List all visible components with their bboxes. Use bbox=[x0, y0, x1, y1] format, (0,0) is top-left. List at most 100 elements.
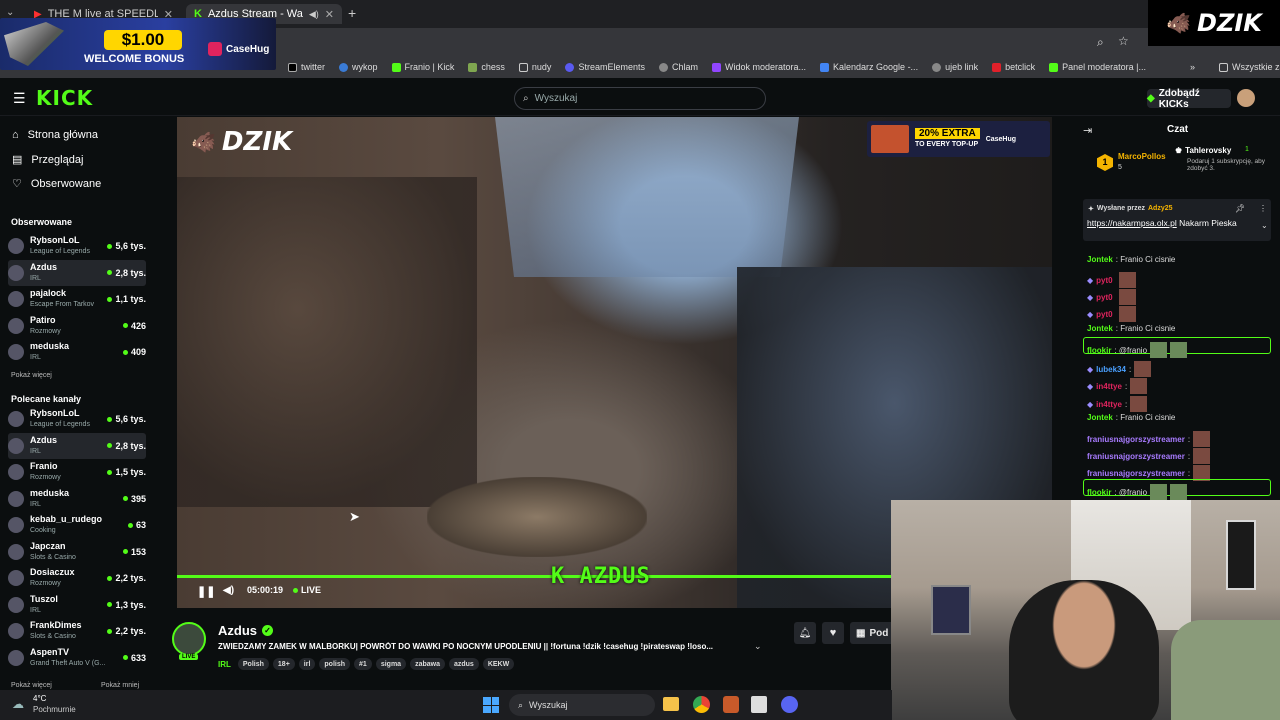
nav-following[interactable]: ♡ Obserwowane bbox=[12, 177, 101, 191]
chat-username[interactable]: franiusnajgorszystreamer bbox=[1087, 435, 1185, 444]
notification-bell-icon[interactable]: 🔔︎ bbox=[794, 622, 816, 644]
tag-pill[interactable]: #1 bbox=[354, 658, 372, 670]
tag-pill[interactable]: sigma bbox=[375, 658, 407, 670]
chat-username[interactable]: pyt0 bbox=[1096, 276, 1112, 285]
channel-item[interactable]: meduska IRL 409 bbox=[8, 339, 146, 365]
sub-gifter[interactable]: ♚ Tahlerovsky bbox=[1175, 146, 1231, 155]
chat-username[interactable]: pyt0 bbox=[1096, 310, 1112, 319]
chat-username[interactable]: franiusnajgorszystreamer bbox=[1087, 469, 1185, 478]
bookmark-chess[interactable]: chess bbox=[468, 62, 505, 72]
emote-image bbox=[1130, 396, 1148, 412]
chat-username[interactable]: in4ttye bbox=[1096, 400, 1122, 409]
pinned-link[interactable]: https://nakarmpsa.olx.pl bbox=[1087, 218, 1177, 228]
discord-icon[interactable] bbox=[781, 696, 798, 713]
chat-username[interactable]: flookir bbox=[1087, 488, 1111, 497]
tab-list-chevron-icon[interactable]: ⌄ bbox=[6, 7, 14, 18]
channel-item[interactable]: AspenTV Grand Theft Auto V (G... 633 bbox=[8, 645, 146, 671]
new-tab-button[interactable]: + bbox=[348, 5, 356, 21]
expand-chevron-down-icon[interactable]: ⌄ bbox=[754, 641, 762, 652]
channel-item[interactable]: RybsonLoL League of Legends 5,6 tys. bbox=[8, 406, 146, 432]
pinned-by-name[interactable]: Adzy25 bbox=[1148, 205, 1173, 213]
weather-temp[interactable]: 4°C bbox=[33, 694, 46, 703]
channel-item[interactable]: Azdus IRL 2,8 tys. bbox=[8, 432, 146, 459]
show-more-followed[interactable]: Pokaż więcej bbox=[11, 372, 52, 379]
channel-category: Escape From Tarkov bbox=[30, 301, 95, 308]
bookmark-nudy[interactable]: nudy bbox=[518, 62, 551, 72]
bookmark-kalendarz[interactable]: Kalendarz Google -... bbox=[820, 62, 918, 72]
follow-heart-icon[interactable]: ♥ bbox=[822, 622, 844, 644]
chat-username[interactable]: Jontek bbox=[1087, 255, 1113, 264]
channel-item[interactable]: Dosiaczux Rozmowy 2,2 tys. bbox=[8, 565, 146, 591]
app-icon[interactable] bbox=[723, 696, 739, 713]
taskbar-search[interactable]: ⌕ Wyszukaj bbox=[509, 694, 655, 716]
streamer-avatar[interactable] bbox=[172, 622, 206, 656]
menu-hamburger-icon[interactable]: ☰ bbox=[13, 90, 26, 107]
tag-pill[interactable]: azdus bbox=[448, 658, 479, 670]
chat-username[interactable]: pyt0 bbox=[1096, 293, 1112, 302]
category-link[interactable]: IRL bbox=[218, 660, 231, 669]
more-options-icon[interactable]: ⋮ bbox=[1259, 204, 1267, 213]
show-more-recommended[interactable]: Pokaż więcej bbox=[11, 682, 52, 689]
chat-username[interactable]: flookir bbox=[1087, 346, 1111, 355]
tag-pill[interactable]: zabawa bbox=[410, 658, 445, 670]
bookmark-panel-moderatora[interactable]: Panel moderatora |... bbox=[1049, 62, 1146, 72]
top-gifter-name[interactable]: MarcoPollos bbox=[1118, 152, 1166, 161]
bookmark-ujeb-link[interactable]: ujeb link bbox=[932, 62, 978, 72]
chat-message: ◆ in4ttye: bbox=[1087, 378, 1148, 394]
channel-item[interactable]: pajalock Escape From Tarkov 1,1 tys. bbox=[8, 286, 146, 312]
channel-item[interactable]: Tuszol IRL 1,3 tys. bbox=[8, 592, 146, 618]
bookmark-streamelements[interactable]: StreamElements bbox=[565, 62, 645, 72]
bookmark-wykop[interactable]: wykop bbox=[339, 62, 378, 72]
chrome-icon[interactable] bbox=[693, 696, 710, 713]
channel-item[interactable]: Patiro Rozmowy 426 bbox=[8, 313, 146, 339]
audio-playing-icon[interactable]: ◀) bbox=[309, 9, 319, 20]
tag-pill[interactable]: KEKW bbox=[482, 658, 515, 670]
nav-home[interactable]: ⌂ Strona główna bbox=[12, 129, 98, 141]
search-input[interactable]: ⌕ Wyszukaj bbox=[514, 87, 766, 110]
chat-username[interactable]: lubek34 bbox=[1096, 365, 1126, 374]
tag-pill[interactable]: Polish bbox=[237, 658, 269, 670]
zoom-icon[interactable]: ⌕ bbox=[1097, 35, 1104, 50]
unpin-icon[interactable]: 📌︎ bbox=[1235, 204, 1245, 213]
collapse-chat-icon[interactable]: ⇥ bbox=[1083, 124, 1092, 137]
show-less-recommended[interactable]: Pokaż mniej bbox=[101, 682, 139, 689]
channel-item[interactable]: Azdus IRL 2,8 tys. bbox=[8, 259, 146, 286]
close-tab-icon[interactable]: ✕ bbox=[325, 8, 334, 21]
channel-item[interactable]: FrankDimes Slots & Casino 2,2 tys. bbox=[8, 618, 146, 644]
nav-browse[interactable]: ▤ Przeglądaj bbox=[12, 153, 83, 167]
expand-chevron-down-icon[interactable]: ⌄ bbox=[1261, 221, 1268, 230]
channel-item[interactable]: RybsonLoL League of Legends 5,6 tys. bbox=[8, 233, 146, 259]
user-avatar[interactable] bbox=[1237, 89, 1255, 107]
chat-username[interactable]: in4ttye bbox=[1096, 382, 1122, 391]
volume-icon[interactable]: ◀) bbox=[223, 585, 234, 596]
chat-username[interactable]: franiusnajgorszystreamer bbox=[1087, 452, 1185, 461]
gift-sub-button[interactable]: ▦ Pod bbox=[850, 622, 892, 644]
more-bookmarks-chevron-icon[interactable]: » bbox=[1190, 62, 1195, 72]
windows-start-icon[interactable] bbox=[483, 697, 499, 713]
tag-pill[interactable]: polish bbox=[319, 658, 351, 670]
chat-message: ◆ pyt0 bbox=[1087, 289, 1136, 305]
bookmark-star-icon[interactable]: ☆ bbox=[1118, 34, 1129, 48]
bookmark-widok-moderatora[interactable]: Widok moderatora... bbox=[711, 62, 806, 72]
pause-icon[interactable]: ❚❚ bbox=[197, 585, 215, 598]
recommended-section-title: Polecane kanały bbox=[11, 394, 82, 404]
bookmark-chlam[interactable]: Chlam bbox=[658, 62, 698, 72]
file-explorer-icon[interactable] bbox=[663, 697, 679, 711]
channel-item[interactable]: kebab_u_rudego Cooking 63 bbox=[8, 512, 146, 538]
tag-pill[interactable]: 18+ bbox=[272, 658, 295, 670]
tag-pill[interactable]: irl bbox=[298, 658, 316, 670]
app-icon[interactable] bbox=[751, 696, 767, 713]
chat-username[interactable]: Jontek bbox=[1087, 413, 1113, 422]
get-kicks-button[interactable]: ◆ Zdobądź KICKs bbox=[1147, 88, 1231, 110]
streamer-name[interactable]: Azdus ✓ bbox=[218, 623, 273, 638]
channel-item[interactable]: Japczan Slots & Casino 153 bbox=[8, 539, 146, 565]
channel-item[interactable]: Franio Rozmowy 1,5 tys. bbox=[8, 459, 146, 485]
bookmark-franio-kick[interactable]: Franio | Kick bbox=[391, 62, 454, 72]
chat-username[interactable]: Jontek bbox=[1087, 324, 1113, 333]
twitch-icon bbox=[711, 62, 721, 72]
bookmark-twitter[interactable]: twitter bbox=[288, 62, 325, 72]
bookmark-betclick[interactable]: betclick bbox=[992, 62, 1035, 72]
channel-item[interactable]: meduska IRL 395 bbox=[8, 486, 146, 512]
all-bookmarks[interactable]: Wszystkie zakładki bbox=[1219, 62, 1280, 72]
kick-logo[interactable]: KICK bbox=[36, 86, 93, 110]
